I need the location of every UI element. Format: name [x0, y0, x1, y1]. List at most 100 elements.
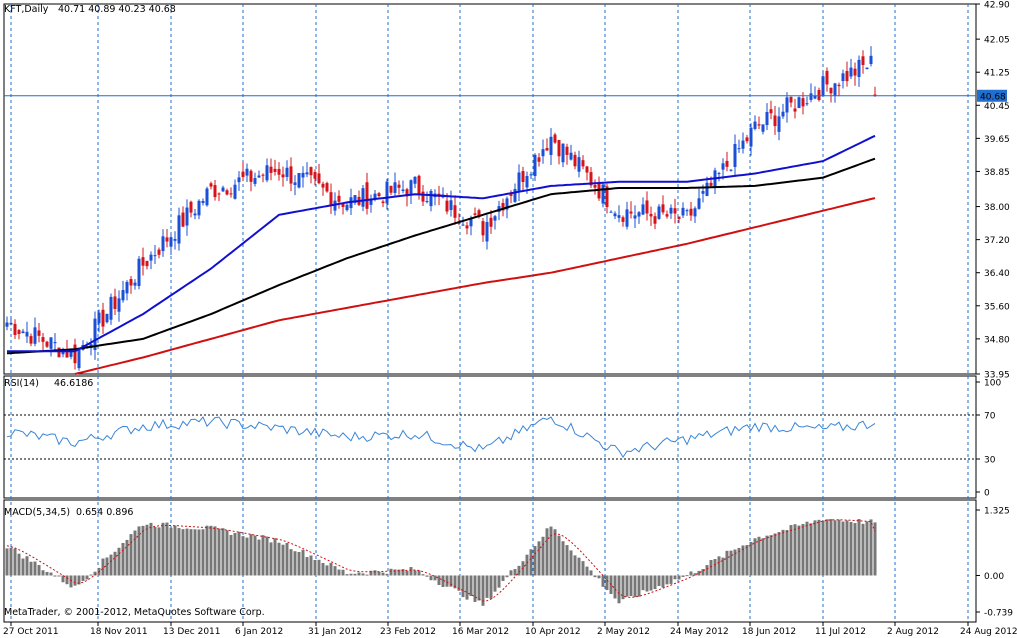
candlestick: [517, 164, 521, 201]
rsi-panel[interactable]: [4, 414, 976, 460]
macd-histogram-bar: [161, 522, 165, 576]
candlestick: [197, 199, 201, 220]
candlestick: [725, 151, 729, 172]
macd-histogram-bar: [437, 575, 441, 585]
candle-body: [849, 67, 853, 77]
candle-body: [373, 193, 377, 199]
candle-body: [665, 214, 669, 217]
candle-body: [45, 341, 49, 347]
candle-body: [413, 176, 417, 184]
macd-histogram-bar: [845, 520, 849, 576]
candlestick: [337, 190, 341, 209]
macd-histogram-bar: [745, 545, 749, 576]
candle-body: [593, 184, 597, 188]
candlestick: [813, 86, 817, 100]
candlestick: [149, 251, 153, 270]
candle-body: [697, 198, 701, 209]
candlestick: [405, 187, 409, 207]
candlestick: [213, 180, 217, 201]
candle-body: [549, 136, 553, 155]
candle-body: [301, 172, 305, 178]
candlestick: [481, 218, 485, 242]
candlestick: [317, 163, 321, 185]
macd-histogram-bar: [333, 566, 337, 576]
candle-body: [361, 188, 365, 207]
candle-body: [177, 215, 181, 244]
candle-body: [281, 174, 285, 178]
candlestick: [229, 187, 233, 198]
macd-histogram-bar: [653, 575, 657, 590]
moving-average-fast: [7, 134, 876, 353]
candlestick: [265, 158, 269, 183]
candlestick: [5, 316, 9, 331]
candle-body: [125, 281, 129, 294]
macd-histogram-bar: [573, 555, 577, 576]
rsi-axis-label: 70: [984, 412, 996, 422]
candlestick: [393, 172, 397, 197]
candle-body: [829, 87, 833, 94]
macd-histogram-bar: [245, 537, 249, 576]
candlestick: [117, 290, 121, 322]
macd-histogram-bar: [9, 547, 13, 576]
candlestick: [145, 260, 149, 270]
macd-histogram-bar: [417, 570, 421, 576]
candlestick: [161, 229, 165, 257]
candle-body: [553, 134, 557, 143]
macd-panel[interactable]: [5, 519, 877, 606]
candlestick: [829, 87, 833, 103]
symbol-label: KFT,Daily: [4, 4, 49, 15]
candlestick: [613, 211, 617, 219]
candlestick: [537, 153, 541, 167]
candle-body: [321, 183, 325, 188]
candle-body: [637, 212, 641, 217]
macd-histogram-bar: [445, 575, 449, 587]
candlestick: [341, 202, 345, 215]
candle-body: [57, 347, 61, 358]
candle-body: [233, 184, 237, 199]
candlestick: [413, 176, 417, 189]
macd-histogram-bar: [113, 551, 117, 576]
candle-body: [129, 279, 133, 286]
macd-histogram-bar: [809, 523, 813, 576]
macd-histogram-bar: [461, 575, 465, 598]
candle-body: [545, 148, 549, 151]
macd-histogram-bar: [317, 559, 321, 576]
candle-body: [173, 238, 177, 241]
macd-histogram-bar: [129, 534, 133, 576]
candle-body: [585, 166, 589, 173]
candlestick: [9, 316, 13, 326]
candlestick: [329, 183, 333, 214]
candle-body: [709, 182, 713, 186]
candlestick: [233, 179, 237, 200]
rsi-frame: [3, 375, 977, 499]
candlestick: [125, 280, 129, 301]
candle-body: [157, 249, 161, 255]
macd-histogram-bar: [229, 534, 233, 576]
candle-body: [465, 225, 469, 229]
candlestick: [645, 191, 649, 221]
macd-histogram-bar: [389, 568, 393, 576]
candle-body: [17, 330, 21, 334]
candlestick: [765, 103, 769, 130]
candle-body: [861, 56, 865, 65]
macd-histogram-bar: [349, 573, 353, 576]
candle-body: [733, 144, 737, 167]
candlestick: [21, 328, 25, 334]
candle-body: [217, 193, 221, 195]
candlestick: [137, 256, 141, 290]
price-axis-label: 41.25: [984, 69, 1010, 79]
candle-body: [557, 140, 561, 157]
candle-body: [221, 187, 225, 192]
candle-body: [109, 296, 113, 320]
candle-body: [809, 93, 813, 100]
macd-histogram-bar: [289, 549, 293, 576]
candle-body: [745, 137, 749, 142]
candle-body: [429, 190, 433, 207]
candle-body: [541, 149, 545, 157]
price-panel[interactable]: [4, 46, 976, 375]
macd-histogram-bar: [17, 553, 21, 576]
macd-histogram-bar: [281, 544, 285, 576]
candlestick: [561, 143, 565, 168]
candle-body: [461, 224, 465, 226]
candlestick: [281, 166, 285, 187]
